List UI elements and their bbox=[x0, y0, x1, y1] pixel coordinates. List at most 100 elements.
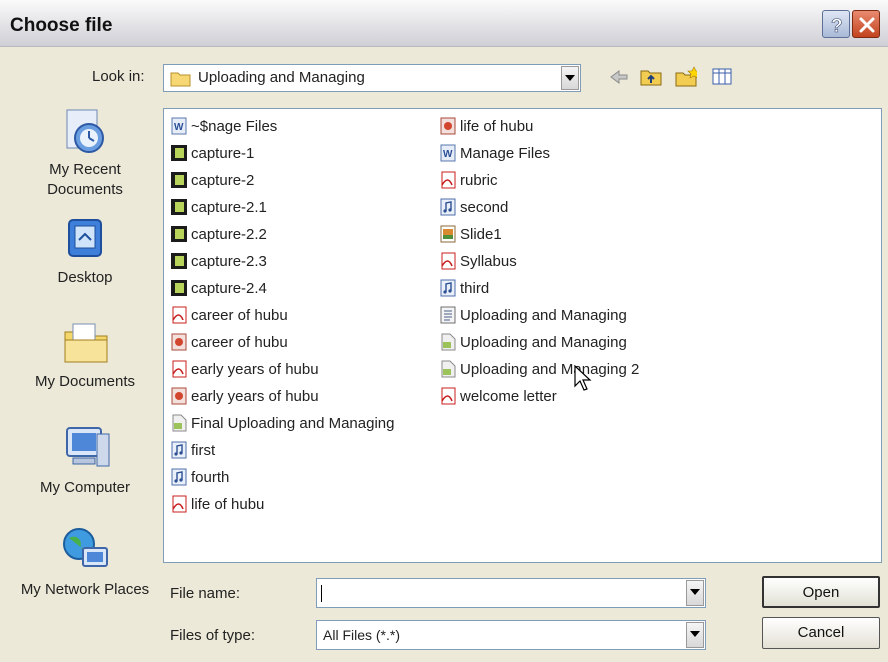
file-type-label: Files of type: bbox=[170, 627, 256, 644]
svg-text:W: W bbox=[443, 149, 453, 160]
help-icon: ? bbox=[831, 16, 843, 38]
file-name: capture-2.4 bbox=[191, 279, 267, 297]
list-item[interactable]: early years of hubu bbox=[170, 358, 319, 380]
file-name-label: File name: bbox=[170, 585, 241, 602]
title-bar: Choose file ? bbox=[0, 0, 888, 47]
list-item[interactable]: Uploading and Managing bbox=[439, 304, 627, 326]
list-item[interactable]: Final Uploading and Managing bbox=[170, 412, 394, 434]
list-item[interactable]: first bbox=[170, 439, 215, 461]
audio-file-icon bbox=[440, 279, 456, 297]
up-folder-icon[interactable] bbox=[640, 66, 662, 88]
place-recent-documents[interactable]: My Recent Documents bbox=[20, 104, 150, 200]
list-item[interactable]: welcome letter bbox=[439, 385, 557, 407]
chevron-down-icon[interactable] bbox=[686, 580, 704, 606]
file-name: second bbox=[460, 198, 509, 216]
file-name: Uploading and Managing bbox=[460, 333, 627, 351]
look-in-value: Uploading and Managing bbox=[198, 69, 365, 86]
place-network-places[interactable]: My Network Places bbox=[20, 524, 150, 600]
svg-text:W: W bbox=[174, 122, 184, 133]
place-label: Desktop bbox=[57, 269, 113, 286]
file-type-select[interactable]: All Files (*.*) bbox=[316, 620, 706, 650]
file-name: Uploading and Managing bbox=[460, 306, 627, 324]
my-computer-icon bbox=[66, 427, 110, 467]
place-desktop[interactable]: Desktop bbox=[20, 216, 150, 288]
desktop-icon bbox=[68, 219, 102, 257]
generic-file-icon bbox=[172, 414, 187, 432]
file-name: rubric bbox=[460, 171, 498, 189]
list-item[interactable]: W ~$nage Files bbox=[170, 115, 277, 137]
powerpoint-file-icon bbox=[171, 333, 187, 351]
back-icon[interactable] bbox=[608, 66, 630, 88]
close-icon bbox=[859, 17, 875, 33]
file-list[interactable]: W ~$nage Files capture-1 capture-2 captu… bbox=[163, 108, 882, 563]
cancel-button[interactable]: Cancel bbox=[762, 617, 880, 649]
file-name: Final Uploading and Managing bbox=[191, 414, 395, 432]
help-button[interactable]: ? bbox=[822, 10, 850, 38]
audio-file-icon bbox=[440, 198, 456, 216]
my-documents-icon bbox=[64, 323, 108, 363]
powerpoint-file-icon bbox=[171, 387, 187, 405]
pdf-file-icon bbox=[172, 360, 187, 378]
file-name: life of hubu bbox=[191, 495, 265, 513]
list-item[interactable]: rubric bbox=[439, 169, 498, 191]
list-item[interactable]: career of hubu bbox=[170, 331, 288, 353]
chevron-down-icon[interactable] bbox=[686, 622, 704, 648]
video-file-icon bbox=[171, 280, 187, 296]
list-item[interactable]: Uploading and Managing bbox=[439, 331, 627, 353]
place-label: My Documents bbox=[34, 373, 136, 390]
open-button[interactable]: Open bbox=[762, 576, 880, 608]
word-file-icon: W bbox=[171, 117, 187, 135]
mouse-cursor-icon bbox=[574, 365, 592, 391]
chevron-down-icon[interactable] bbox=[561, 66, 579, 90]
list-item[interactable]: capture-1 bbox=[170, 142, 254, 164]
list-item[interactable]: Syllabus bbox=[439, 250, 517, 272]
window-title: Choose file bbox=[10, 15, 113, 36]
place-label: My Computer bbox=[39, 479, 131, 496]
text-caret bbox=[321, 585, 322, 602]
list-item[interactable]: life of hubu bbox=[439, 115, 533, 137]
word-file-icon: W bbox=[440, 144, 456, 162]
place-my-computer[interactable]: My Computer bbox=[20, 422, 150, 498]
file-name: career of hubu bbox=[191, 333, 288, 351]
list-item[interactable]: capture-2.2 bbox=[170, 223, 267, 245]
file-name: career of hubu bbox=[191, 306, 288, 324]
video-file-icon bbox=[171, 226, 187, 242]
view-menu-icon[interactable] bbox=[712, 66, 734, 88]
file-name: capture-2.1 bbox=[191, 198, 267, 216]
look-in-dropdown[interactable]: Uploading and Managing bbox=[163, 64, 581, 92]
look-in-label: Look in: bbox=[92, 68, 145, 85]
folder-icon bbox=[170, 72, 191, 87]
image-file-icon bbox=[440, 225, 456, 243]
file-name-input[interactable] bbox=[316, 578, 706, 608]
list-item[interactable]: early years of hubu bbox=[170, 385, 319, 407]
file-name: Slide1 bbox=[460, 225, 502, 243]
file-name: capture-2.3 bbox=[191, 252, 267, 270]
list-item[interactable]: W Manage Files bbox=[439, 142, 550, 164]
list-item[interactable]: career of hubu bbox=[170, 304, 288, 326]
file-name: capture-1 bbox=[191, 144, 255, 162]
document-file-icon bbox=[440, 306, 456, 324]
file-type-value: All Files (*.*) bbox=[323, 627, 401, 643]
pdf-file-icon bbox=[441, 171, 456, 189]
place-my-documents[interactable]: My Documents bbox=[20, 316, 150, 392]
list-item[interactable]: Slide1 bbox=[439, 223, 502, 245]
list-item[interactable]: capture-2 bbox=[170, 169, 254, 191]
list-item[interactable]: third bbox=[439, 277, 489, 299]
list-item[interactable]: Uploading and Managing 2 bbox=[439, 358, 639, 380]
list-item[interactable]: capture-2.4 bbox=[170, 277, 267, 299]
list-item[interactable]: fourth bbox=[170, 466, 229, 488]
file-name: fourth bbox=[191, 468, 230, 486]
list-item[interactable]: life of hubu bbox=[170, 493, 264, 515]
new-folder-icon[interactable] bbox=[675, 66, 697, 88]
list-item[interactable]: capture-2.1 bbox=[170, 196, 267, 218]
place-label: My Network Places bbox=[20, 581, 150, 598]
video-file-icon bbox=[171, 253, 187, 269]
list-item[interactable]: second bbox=[439, 196, 508, 218]
file-name: Syllabus bbox=[460, 252, 517, 270]
file-name: capture-2.2 bbox=[191, 225, 267, 243]
list-item[interactable]: capture-2.3 bbox=[170, 250, 267, 272]
file-name: early years of hubu bbox=[191, 360, 319, 378]
file-name: Uploading and Managing 2 bbox=[460, 360, 640, 378]
close-button[interactable] bbox=[852, 10, 880, 38]
generic-file-icon bbox=[441, 360, 456, 378]
